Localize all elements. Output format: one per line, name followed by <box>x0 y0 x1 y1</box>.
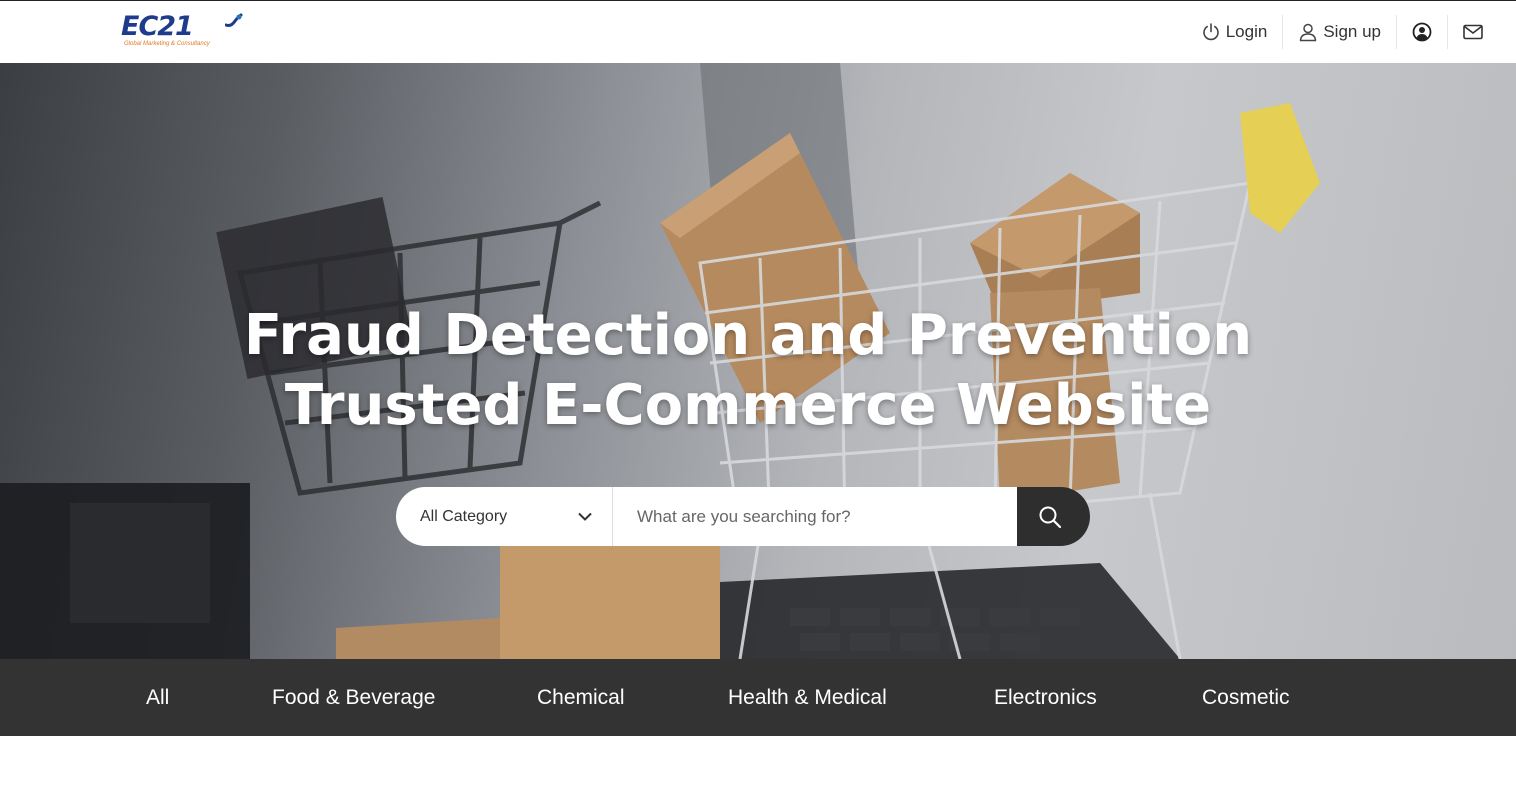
search-input[interactable] <box>613 487 1017 546</box>
category-chemical[interactable]: Chemical <box>537 659 625 736</box>
chevron-down-icon <box>578 512 592 521</box>
category-electronics[interactable]: Electronics <box>994 659 1097 736</box>
category-nav: All Food & Beverage Chemical Health & Me… <box>0 659 1516 736</box>
category-food-beverage[interactable]: Food & Beverage <box>272 659 435 736</box>
top-nav: Login Sign up <box>1186 15 1498 49</box>
hero-title-line1: Fraud Detection and Prevention <box>243 303 1253 368</box>
user-icon <box>1300 23 1317 42</box>
site-header: EC21 Global Marketing & Consultancy Logi… <box>0 1 1516 63</box>
messages-link[interactable] <box>1448 15 1498 49</box>
signup-link[interactable]: Sign up <box>1283 15 1397 49</box>
hero-title-line2: Trusted E-Commerce Website <box>284 373 1212 438</box>
ec21-logo[interactable]: EC21 Global Marketing & Consultancy <box>121 11 246 53</box>
signup-label: Sign up <box>1323 22 1381 41</box>
login-link[interactable]: Login <box>1186 15 1284 49</box>
logo-tagline: Global Marketing & Consultancy <box>124 41 210 47</box>
login-label: Login <box>1225 22 1268 41</box>
account-link[interactable] <box>1397 15 1448 49</box>
category-dropdown[interactable]: All Category <box>396 487 613 546</box>
category-cosmetic[interactable]: Cosmetic <box>1202 659 1290 736</box>
category-all[interactable]: All <box>146 659 169 736</box>
logo-text: EC21 <box>121 11 194 42</box>
search-button[interactable] <box>1017 487 1090 546</box>
category-dropdown-value: All Category <box>420 507 508 525</box>
hero-banner: Fraud Detection and Prevention Trusted E… <box>0 63 1516 659</box>
category-health-medical[interactable]: Health & Medical <box>728 659 887 736</box>
search-bar: All Category <box>396 487 1090 546</box>
mail-icon <box>1463 24 1483 40</box>
account-circle-icon <box>1412 22 1432 42</box>
hero-title: Fraud Detection and Prevention Trusted E… <box>0 301 1496 441</box>
logo-swoosh-icon <box>225 13 243 27</box>
power-icon <box>1202 23 1219 41</box>
search-icon <box>1039 506 1061 528</box>
